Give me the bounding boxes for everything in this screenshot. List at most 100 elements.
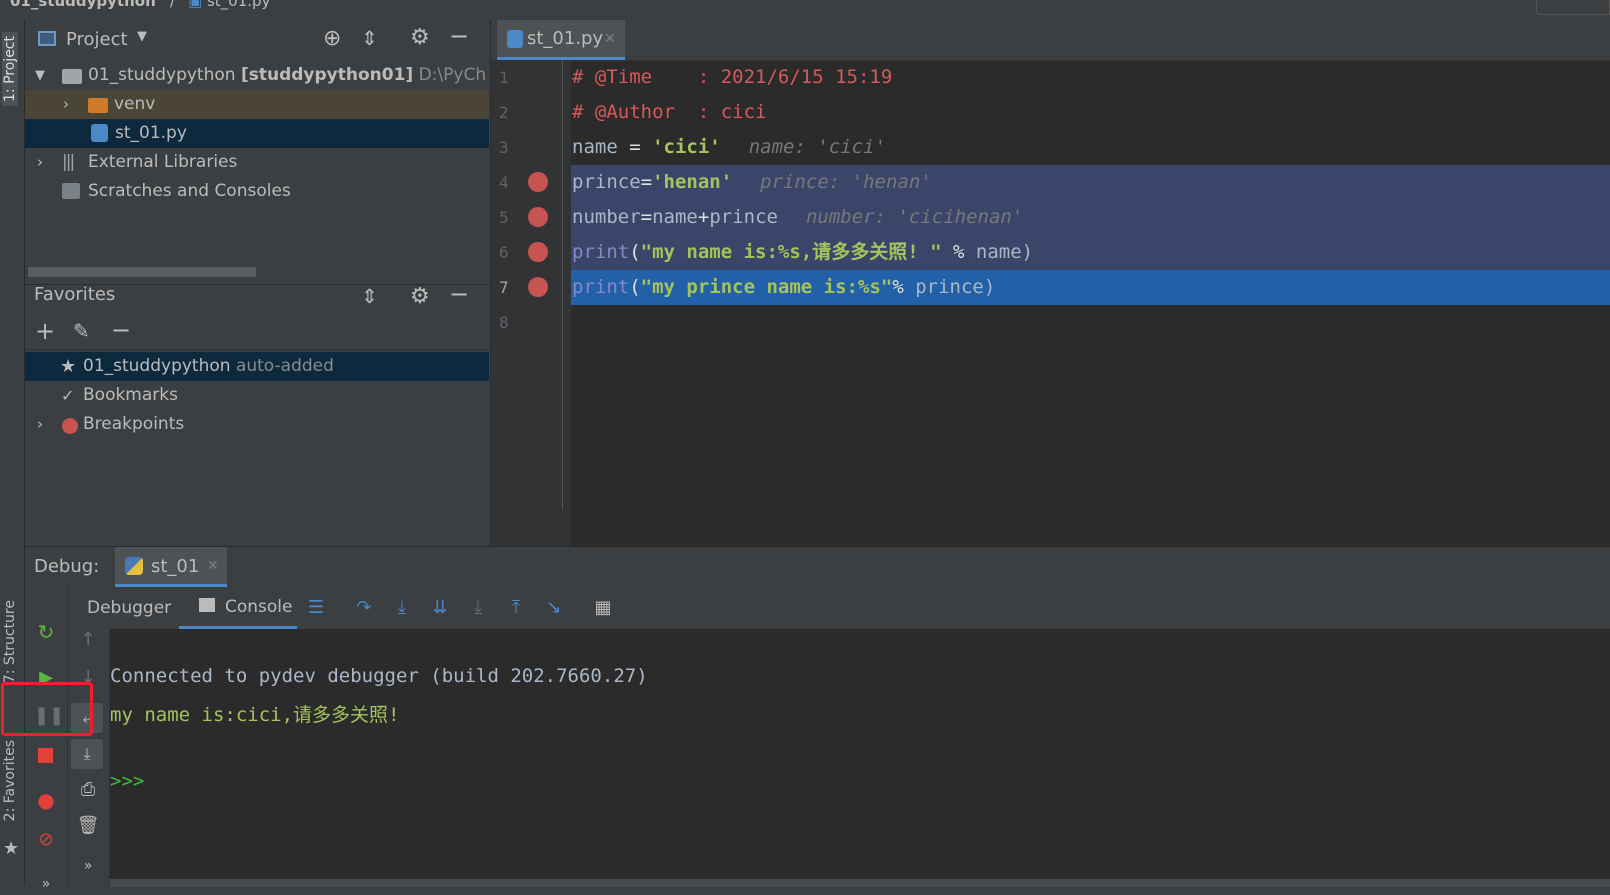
tree-item-root[interactable]: ▼ 01_studdypython [studdypython01] D:\Py…	[25, 61, 489, 90]
breadcrumb-project[interactable]: 01_studdypython	[10, 0, 156, 10]
chevron-right-icon[interactable]: ›	[37, 410, 43, 439]
debug-title: Debug:	[34, 556, 100, 577]
tree-item-venv-label: venv	[114, 94, 156, 114]
rerun-icon[interactable]: ↻	[34, 621, 58, 643]
breakpoint-icon[interactable]	[528, 172, 548, 192]
tab-favorites[interactable]: 2: Favorites	[2, 740, 18, 821]
mute-breakpoints-icon[interactable]: ⊘	[34, 829, 58, 851]
code-token: =	[640, 206, 653, 228]
project-view-selector[interactable]: Project	[66, 29, 128, 50]
code-line[interactable]: number=name+prince number: 'cicihenan'	[571, 200, 1610, 235]
chevron-down-icon[interactable]: ▼	[35, 61, 45, 90]
tab-project[interactable]: 1: Project	[2, 32, 18, 106]
collapse-all-icon[interactable]: ⇕	[361, 284, 378, 308]
favorites-item-project[interactable]: ★ 01_studdypython auto-added	[25, 352, 489, 381]
code-line[interactable]: print("my prince name is:%s"% prince)	[571, 270, 1610, 305]
tab-structure[interactable]: 7: Structure	[2, 600, 18, 683]
trash-icon[interactable]: 🗑	[76, 815, 100, 837]
scratches-icon	[62, 183, 80, 199]
code-line[interactable]: name = 'cici' name: 'cici'	[571, 130, 1610, 165]
chevron-down-icon[interactable]: ▼	[137, 29, 147, 44]
code-token: =	[617, 136, 653, 158]
stop-icon[interactable]	[38, 748, 53, 763]
breadcrumb-file[interactable]: ▣ st_01.py	[188, 0, 270, 10]
code-line[interactable]: print("my name is:%s,请多多关照! " % name)	[571, 235, 1610, 270]
code-line[interactable]: # @Time : 2021/6/15 15:19	[571, 60, 1610, 95]
minimize-icon[interactable]: −	[449, 280, 469, 308]
print-icon[interactable]: ⎙	[76, 779, 100, 801]
left-tool-stripe: 1: Project 7: Structure 2: Favorites ★	[0, 20, 25, 886]
chevron-right-icon[interactable]: ›	[37, 148, 43, 177]
code-line[interactable]: prince='henan' prince: 'henan'	[571, 165, 1610, 200]
breakpoint-icon[interactable]	[528, 242, 548, 262]
debug-session-tab[interactable]: st_01 ✕	[115, 547, 227, 587]
breakpoint-icon[interactable]	[528, 207, 548, 227]
folder-icon	[88, 98, 108, 113]
horizontal-scrollbar[interactable]	[28, 267, 256, 277]
console-prompt[interactable]: >>>	[110, 770, 144, 792]
tab-debugger[interactable]: Debugger	[87, 598, 171, 618]
remove-icon[interactable]: −	[111, 316, 131, 344]
code-line-text: print("my prince name is:%s"% prince)	[572, 276, 995, 298]
scroll-to-end-icon[interactable]: ⤓	[71, 739, 103, 769]
code-token: (	[629, 241, 641, 263]
code-line-text: # @Author : cici	[572, 101, 766, 123]
favorites-item-breakpoints[interactable]: › Breakpoints	[25, 410, 489, 439]
libraries-icon: |||	[62, 152, 75, 172]
tree-item-external-libraries[interactable]: › ||| External Libraries	[25, 148, 489, 177]
gear-icon[interactable]: ⚙	[410, 284, 430, 309]
console-output[interactable]: Connected to pydev debugger (build 202.7…	[110, 629, 1610, 887]
chevron-right-icon[interactable]: ›	[63, 90, 69, 119]
close-icon[interactable]: ✕	[604, 20, 616, 58]
console-actions-column: ↑ ↓ ⤶ ⤓ ⎙ 🗑 »	[67, 629, 110, 887]
breakpoint-icon[interactable]	[528, 277, 548, 297]
tree-item-venv[interactable]: › venv	[25, 90, 489, 119]
more-icon[interactable]: »	[76, 855, 100, 877]
inline-value-hint: prince: 'henan'	[760, 171, 932, 193]
edit-icon[interactable]: ✎	[73, 319, 90, 343]
up-arrow-icon[interactable]: ↑	[76, 629, 100, 651]
gear-icon[interactable]: ⚙	[410, 25, 430, 50]
editor-gutter[interactable]	[491, 60, 571, 546]
favorites-panel: Favorites ⇕ ⚙ − + ✎ − ★ 01_studdypython …	[25, 280, 489, 547]
show-execution-point-icon[interactable]: ☰	[304, 597, 328, 619]
favorites-item-bookmarks[interactable]: ✓ Bookmarks	[25, 381, 489, 410]
tree-item-scratches[interactable]: Scratches and Consoles	[25, 177, 489, 206]
force-step-into-icon[interactable]: ⤓	[466, 597, 490, 619]
editor-tab-st-01[interactable]: st_01.py ✕	[497, 20, 625, 60]
tree-item-root-path: D:\PyCh	[418, 65, 487, 85]
step-out-icon[interactable]: ⤒	[504, 597, 528, 619]
code-token: # @Time : 2021/6/15 15:19	[572, 66, 893, 88]
favorites-item-note: auto-added	[235, 356, 334, 376]
code-token: print	[572, 241, 630, 263]
code-token: %	[892, 276, 904, 298]
more-icon[interactable]: »	[34, 873, 58, 895]
collapse-all-icon[interactable]: ⇕	[361, 26, 378, 50]
code-line[interactable]: # @Author : cici	[571, 95, 1610, 130]
close-icon[interactable]: ✕	[207, 558, 219, 574]
tree-item-file[interactable]: st_01.py	[25, 119, 489, 148]
minimize-icon[interactable]: −	[449, 22, 469, 50]
breakpoint-icon	[62, 418, 78, 434]
add-icon[interactable]: +	[35, 317, 55, 345]
run-to-cursor-icon[interactable]: ↘	[542, 597, 566, 619]
code-line-text: prince='henan' prince: 'henan'	[572, 171, 932, 193]
debug-actions-column: ↻ ▶ ❚❚ ● ⊘ »	[25, 587, 68, 892]
evaluate-expression-icon[interactable]: ▦	[591, 597, 615, 619]
step-into-my-code-icon[interactable]: ⇊	[428, 597, 452, 619]
view-breakpoints-icon[interactable]: ●	[34, 789, 58, 811]
folder-icon	[62, 69, 82, 84]
line-number: 4	[499, 173, 509, 192]
star-icon: ★	[60, 356, 77, 377]
tab-console[interactable]: Console	[179, 587, 297, 629]
code-line[interactable]	[571, 305, 1610, 340]
line-number: 2	[499, 103, 509, 122]
locate-icon[interactable]: ⊕	[323, 26, 341, 51]
code-token: prince)	[903, 276, 996, 298]
check-icon: ✓	[61, 386, 75, 405]
run-widget[interactable]	[1536, 0, 1610, 15]
debug-panel: Debug: st_01 ✕ Debugger Console ☰ ↷ ⤓ ⇊ …	[25, 546, 1610, 892]
inline-value-hint: number: 'cicihenan'	[805, 206, 1024, 228]
step-over-icon[interactable]: ↷	[352, 597, 376, 619]
step-into-icon[interactable]: ⤓	[390, 597, 414, 619]
